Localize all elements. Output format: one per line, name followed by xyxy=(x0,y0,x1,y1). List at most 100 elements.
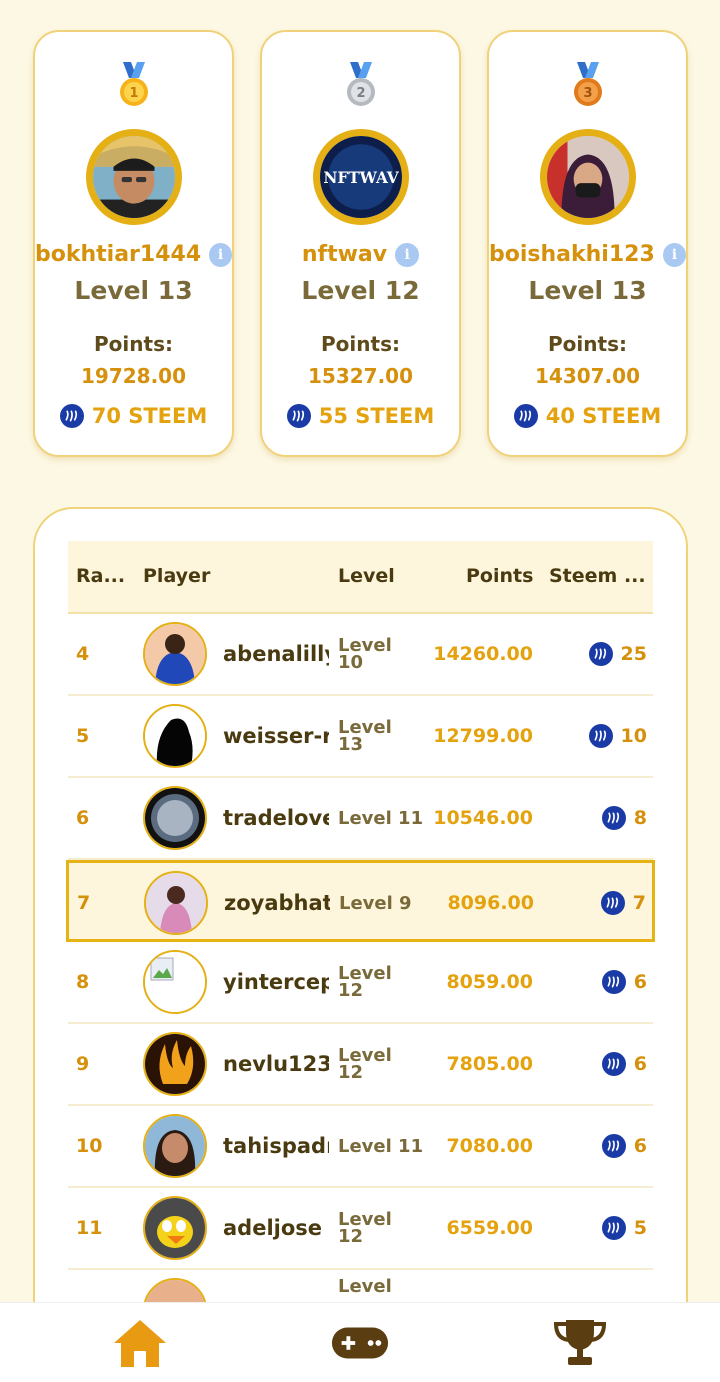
svg-text:2: 2 xyxy=(356,86,365,101)
avatar[interactable] xyxy=(143,1032,207,1096)
player-level: Level 12 xyxy=(338,963,392,1001)
reward-amount: 40 STEEM xyxy=(545,404,662,428)
player-level: Level 12 xyxy=(338,1045,392,1083)
player-name-row: nftwav i xyxy=(262,242,459,267)
points-value: 14260.00 xyxy=(433,643,533,665)
steem-reward: 8 xyxy=(601,778,647,858)
gamepad-icon xyxy=(331,1327,389,1358)
info-icon[interactable]: i xyxy=(662,242,686,267)
player-name[interactable]: abenalilly xyxy=(223,614,329,694)
avatar[interactable] xyxy=(143,786,207,850)
medal-first-icon: 1 xyxy=(119,62,148,106)
steem-icon xyxy=(601,1216,626,1240)
steem-reward: 6 xyxy=(601,942,647,1022)
rank: 10 xyxy=(76,1135,103,1157)
points-value: 14307.00 xyxy=(534,364,640,388)
trophy-icon xyxy=(553,1319,607,1365)
avatar[interactable] xyxy=(143,622,207,686)
player-name[interactable]: boishakhi123 xyxy=(489,242,655,267)
avatar[interactable] xyxy=(539,129,636,225)
points-value: 7805.00 xyxy=(446,1053,533,1075)
player-level: Level 12 xyxy=(301,276,420,305)
header-level[interactable]: Level xyxy=(338,565,395,587)
avatar[interactable] xyxy=(85,129,182,225)
table-row-current-user[interactable]: 7 zoyabhat Level 9 8096.00 7 xyxy=(66,860,655,942)
player-name[interactable]: zoyabhat xyxy=(224,863,330,943)
steem-reward: 7 xyxy=(600,863,646,943)
rank: 11 xyxy=(76,1217,103,1239)
nav-home[interactable] xyxy=(110,1315,170,1371)
player-level: Level 12 xyxy=(338,1209,392,1247)
points-value: 10546.00 xyxy=(433,807,533,829)
steem-reward: 6 xyxy=(601,1024,647,1104)
reward: 70 STEEM xyxy=(35,404,232,428)
avatar[interactable] xyxy=(143,1114,207,1178)
table-row[interactable]: 6 tradelove Level 11 10546.00 8 xyxy=(68,778,653,860)
player-name[interactable]: nevlu123 xyxy=(223,1024,329,1104)
table-row[interactable]: 5 weisser-r Level 13 12799.00 10 xyxy=(68,696,653,778)
header-rank[interactable]: Ra... xyxy=(76,565,125,587)
steem-icon xyxy=(601,970,626,994)
steem-icon xyxy=(59,404,84,428)
player-name[interactable]: yintercep xyxy=(223,942,329,1022)
player-name[interactable]: nftwav xyxy=(302,242,387,267)
podium-card-third[interactable]: 3 boishakhi123 i Level 13 Points: 14307.… xyxy=(487,30,688,457)
steem-icon xyxy=(588,642,613,666)
info-icon[interactable]: i xyxy=(209,242,232,267)
player-level: Level 13 xyxy=(528,276,647,305)
player-level: Level 11 xyxy=(338,807,424,829)
rank: 6 xyxy=(76,807,90,829)
header-player[interactable]: Player xyxy=(143,565,210,587)
medal-third-icon: 3 xyxy=(573,62,602,106)
rank: 4 xyxy=(76,643,90,665)
avatar[interactable] xyxy=(143,704,207,768)
steem-icon xyxy=(600,891,625,915)
table-row[interactable]: 11 adeljose Level 12 6559.00 5 xyxy=(68,1188,653,1270)
points-label: Points: xyxy=(548,332,627,356)
points-value: 7080.00 xyxy=(446,1135,533,1157)
leaderboard-card: Ra... Player Level Points Steem ... 4 ab… xyxy=(33,507,688,1382)
player-name[interactable]: tradelove xyxy=(223,778,329,858)
player-level: Level 13 xyxy=(338,717,392,755)
podium-card-second[interactable]: 2 NFTWAV nftwav i Level 12 Points: 15327… xyxy=(260,30,461,457)
rank: 7 xyxy=(77,892,91,914)
broken-image-icon[interactable] xyxy=(143,950,207,1014)
points-label: Points: xyxy=(321,332,400,356)
bottom-nav xyxy=(0,1302,720,1382)
nav-games[interactable] xyxy=(330,1315,390,1371)
avatar[interactable]: NFTWAV xyxy=(312,129,409,225)
avatar[interactable] xyxy=(144,871,208,935)
avatar[interactable] xyxy=(143,1196,207,1260)
points-value: 19728.00 xyxy=(80,364,186,388)
player-level: Level 10 xyxy=(338,635,392,673)
podium: 1 bokhtiar1444 i Level 13 Points: 19728.… xyxy=(33,30,688,457)
player-level: Level 11 xyxy=(338,1135,424,1157)
table-row[interactable]: 4 abenalilly Level 10 14260.00 25 xyxy=(68,614,653,696)
player-name[interactable]: bokhtiar1444 xyxy=(35,242,201,267)
steem-reward: 25 xyxy=(588,614,647,694)
table-row[interactable]: 8 yintercep Level 12 8059.00 6 xyxy=(68,942,653,1024)
podium-card-first[interactable]: 1 bokhtiar1444 i Level 13 Points: 19728.… xyxy=(33,30,234,457)
table-row[interactable]: 10 tahispadr Level 11 7080.00 6 xyxy=(68,1106,653,1188)
player-level: Level 13 xyxy=(74,276,193,305)
svg-text:1: 1 xyxy=(129,86,138,101)
nav-leaderboard[interactable] xyxy=(550,1315,610,1371)
points-value: 8059.00 xyxy=(446,971,533,993)
table-row[interactable]: 9 nevlu123 Level 12 7805.00 6 xyxy=(68,1024,653,1106)
player-name[interactable]: tahispadr xyxy=(223,1106,329,1186)
points-value: 15327.00 xyxy=(307,364,413,388)
steem-icon xyxy=(588,724,613,748)
table-header: Ra... Player Level Points Steem ... xyxy=(68,541,653,614)
header-steem[interactable]: Steem ... xyxy=(549,565,646,587)
info-icon[interactable]: i xyxy=(395,242,420,267)
table-body: 4 abenalilly Level 10 14260.00 25 5 weiss… xyxy=(66,614,655,1352)
svg-text:3: 3 xyxy=(583,86,592,101)
player-name[interactable]: adeljose xyxy=(223,1188,329,1268)
header-points[interactable]: Points xyxy=(466,565,533,587)
svg-text:NFTWAV: NFTWAV xyxy=(323,169,399,187)
rank: 8 xyxy=(76,971,90,993)
player-level: Level 9 xyxy=(339,892,412,914)
steem-reward: 6 xyxy=(601,1106,647,1186)
steem-icon xyxy=(601,1052,626,1076)
player-name[interactable]: weisser-r xyxy=(223,696,329,776)
